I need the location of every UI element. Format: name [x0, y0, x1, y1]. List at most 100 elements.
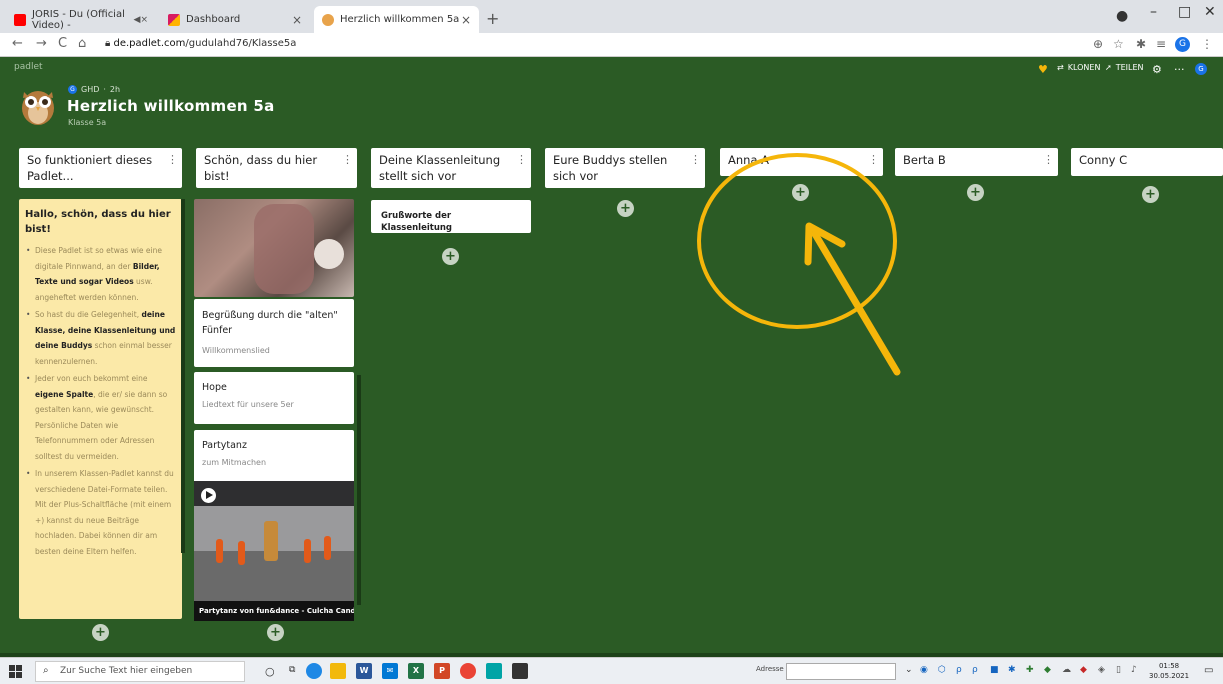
tab-label: JORIS - Du (Official Video) - [32, 8, 125, 31]
more-options-icon[interactable]: ··· [1174, 63, 1185, 76]
info-note-card[interactable]: Hallo, schön, dass du hier bist! Diese P… [19, 199, 182, 619]
tray-app-icon[interactable]: ■ [990, 665, 999, 675]
column-menu-icon[interactable]: ⋮ [868, 152, 879, 168]
clock-date: 30.05.2021 [1149, 672, 1190, 680]
translate-icon[interactable]: ⊕ [1093, 37, 1103, 51]
more-menu-icon[interactable]: ⋮ [1201, 37, 1213, 51]
taskbar-search-field[interactable]: ⌕ Zur Suche Text hier eingeben [35, 661, 245, 682]
tray-app-icon[interactable]: ◆ [1044, 665, 1051, 675]
tray-app-icon[interactable]: ρ [956, 665, 962, 675]
excel-app-icon[interactable]: X [408, 663, 424, 679]
url-field[interactable]: 🔒︎ de.padlet.com/gudulahd76/Klasse5a [105, 38, 296, 49]
extensions-icon[interactable]: ✱ [1136, 37, 1146, 51]
share-button[interactable]: ➚ TEILEN [1105, 63, 1144, 72]
windows-start-icon[interactable] [9, 665, 22, 678]
add-post-button[interactable]: + [792, 184, 809, 201]
column-menu-icon[interactable]: ⋮ [1043, 152, 1054, 168]
add-post-button[interactable]: + [442, 248, 459, 265]
store-app-icon[interactable] [512, 663, 528, 679]
system-clock[interactable]: 01:58 30.05.2021 [1149, 661, 1189, 681]
battery-icon[interactable]: ▯ [1116, 665, 1121, 675]
forward-icon[interactable]: → [36, 36, 47, 51]
notification-icon[interactable]: ▭ [1204, 665, 1213, 676]
tab-dashboard[interactable]: Dashboard × [160, 6, 310, 33]
column-header-buddys[interactable]: Eure Buddys stellen sich vor ⋮ [545, 148, 705, 188]
close-tab-icon[interactable]: × [461, 13, 471, 27]
lock-icon: 🔒︎ [105, 38, 114, 49]
heart-icon[interactable]: ♥ [1038, 63, 1048, 76]
edge-app-icon[interactable] [306, 663, 322, 679]
video-thumbnail[interactable]: Partytanz von fun&dance - Culcha Cand... [194, 481, 354, 621]
tray-app-icon[interactable]: ρ [972, 665, 978, 675]
file-explorer-icon[interactable] [330, 663, 346, 679]
mail-app-icon[interactable]: ✉ [382, 663, 398, 679]
add-post-button[interactable]: + [1142, 186, 1159, 203]
column-scrollbar[interactable] [357, 375, 361, 605]
play-icon[interactable] [201, 488, 216, 503]
photo-card[interactable] [194, 199, 354, 297]
column-header-conny[interactable]: Conny C [1071, 148, 1223, 176]
author-name: GHD [81, 85, 100, 94]
tab-padlet[interactable]: Herzlich willkommen 5a × [314, 6, 479, 33]
welcome-song-card[interactable]: Begrüßung durch die "alten" Fünfer Willk… [194, 299, 354, 367]
settings-gear-icon[interactable]: ⚙ [1152, 63, 1162, 76]
separator: · [103, 85, 106, 94]
home-icon[interactable]: ⌂ [78, 36, 86, 51]
hope-card[interactable]: Hope Liedtext für unsere 5er [194, 372, 354, 424]
chrome-app-icon[interactable] [460, 663, 476, 679]
cortana-icon[interactable]: ○ [265, 665, 275, 678]
task-view-icon[interactable]: ⧉ [289, 665, 295, 675]
add-post-button[interactable]: + [267, 624, 284, 641]
card-title: Grußworte der Klassenleitung [381, 211, 453, 233]
powerpoint-app-icon[interactable]: P [434, 663, 450, 679]
minimize-icon[interactable]: – [1150, 4, 1157, 20]
photo-image [254, 204, 314, 294]
add-post-button[interactable]: + [617, 200, 634, 217]
add-post-button[interactable]: + [92, 624, 109, 641]
column-menu-icon[interactable]: ⋮ [516, 152, 527, 168]
padlet-logo[interactable]: padlet [14, 62, 43, 72]
network-icon[interactable]: ◈ [1098, 665, 1105, 675]
party-dance-card[interactable]: Partytanz zum Mitmachen [194, 430, 354, 482]
column-header-anna[interactable]: Anna A ⋮ [720, 148, 883, 176]
close-window-icon[interactable]: ✕ [1204, 4, 1216, 20]
audio-icon[interactable]: ◀× [134, 15, 148, 25]
app-icon[interactable] [486, 663, 502, 679]
post-age: 2h [109, 85, 121, 94]
cloud-icon[interactable]: ☁ [1062, 665, 1071, 675]
clone-button[interactable]: ⇄ KLONEN [1057, 63, 1100, 72]
bluetooth-icon[interactable]: ✱ [1008, 665, 1016, 675]
column-header-welcome[interactable]: Schön, dass du hier bist! ⋮ [196, 148, 357, 188]
reload-icon[interactable]: C [58, 36, 67, 51]
column-scrollbar[interactable] [181, 199, 185, 553]
browser-menu-icon[interactable]: ● [1116, 8, 1128, 24]
column-menu-icon[interactable]: ⋮ [690, 152, 701, 168]
youtube-icon [14, 13, 26, 26]
column-menu-icon[interactable]: ⋮ [167, 152, 178, 168]
tray-chevron-icon[interactable]: ⌄ [905, 665, 913, 675]
url-path: /gudulahd76/Klasse5a [185, 38, 297, 49]
tray-app-icon[interactable]: ✚ [1026, 665, 1034, 675]
bookmark-star-icon[interactable]: ☆ [1113, 37, 1124, 51]
column-header-berta[interactable]: Berta B ⋮ [895, 148, 1058, 176]
back-icon[interactable]: ← [12, 36, 23, 51]
address-toolbar-input[interactable] [786, 663, 896, 680]
tray-app-icon[interactable]: ◉ [920, 665, 928, 675]
add-post-button[interactable]: + [967, 184, 984, 201]
profile-avatar[interactable]: G [1175, 37, 1190, 52]
video-title: Partytanz von fun&dance - Culcha Cand... [194, 601, 354, 621]
teacher-greeting-card[interactable]: Grußworte der Klassenleitung [371, 200, 531, 233]
user-avatar[interactable]: G [1195, 63, 1207, 75]
column-header-teacher[interactable]: Deine Klassenleitung stellt sich vor ⋮ [371, 148, 531, 188]
reading-list-icon[interactable]: ≡ [1156, 37, 1166, 51]
volume-icon[interactable]: ♪ [1131, 665, 1137, 675]
tray-app-icon[interactable]: ◆ [1080, 665, 1087, 675]
word-app-icon[interactable]: W [356, 663, 372, 679]
column-header-padlet-info[interactable]: So funktioniert dieses Padlet... ⋮ [19, 148, 182, 188]
tray-app-icon[interactable]: ⬡ [938, 665, 946, 675]
tab-youtube[interactable]: JORIS - Du (Official Video) - ◀× [6, 6, 156, 33]
close-tab-icon[interactable]: × [292, 13, 302, 27]
maximize-icon[interactable]: □ [1178, 4, 1191, 20]
new-tab-button[interactable]: + [486, 9, 499, 28]
column-menu-icon[interactable]: ⋮ [342, 152, 353, 168]
